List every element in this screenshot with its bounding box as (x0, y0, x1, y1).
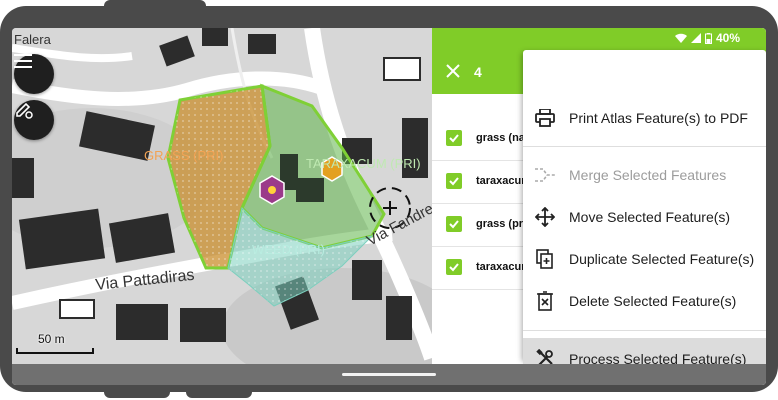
checkbox[interactable] (446, 130, 462, 146)
scale-label: 50 m (38, 332, 65, 346)
building (248, 34, 276, 54)
main-menu-button[interactable] (14, 54, 54, 94)
scale-bar-line (16, 348, 94, 354)
menu-item-print-atlas[interactable]: Print Atlas Feature(s) to PDF (523, 98, 766, 138)
status-bar: 40% (674, 31, 740, 45)
digitize-button[interactable] (14, 100, 54, 140)
menu-item-duplicate[interactable]: Duplicate Selected Feature(s) (523, 239, 766, 279)
navigation-bar (12, 364, 766, 385)
menu-item-label: Duplicate Selected Feature(s) (569, 251, 755, 267)
building (352, 260, 382, 300)
menu-item-merge[interactable]: Merge Selected Features (523, 155, 766, 195)
building (180, 308, 226, 342)
bee-icon-body (268, 186, 276, 194)
check-icon (449, 220, 459, 229)
menu-divider (523, 146, 766, 147)
hamburger-icon (14, 54, 32, 68)
menu-item-move[interactable]: Move Selected Feature(s) (523, 197, 766, 237)
close-selection-button[interactable] (446, 64, 460, 83)
menu-item-delete[interactable]: Delete Selected Feature(s) (523, 281, 766, 321)
checkbox[interactable] (446, 173, 462, 189)
battery-level: 40% (715, 31, 740, 45)
feature-label: taraxacur (476, 175, 526, 187)
menu-item-label: Move Selected Feature(s) (569, 209, 731, 225)
duplicate-icon (533, 247, 557, 271)
pencil-settings-icon (16, 102, 33, 119)
merge-icon (533, 163, 557, 187)
selection-context-menu: Print Atlas Feature(s) to PDF Merge Sele… (523, 50, 766, 380)
checkbox[interactable] (446, 259, 462, 275)
building (202, 28, 228, 46)
wifi-icon (674, 33, 687, 43)
gesture-handle[interactable] (342, 373, 436, 376)
menu-divider (523, 330, 766, 331)
building-hatched (59, 299, 95, 319)
scale-bar: 50 m (16, 328, 96, 354)
selected-count: 4 (474, 64, 482, 80)
check-icon (449, 177, 459, 186)
building (12, 158, 34, 198)
label-grass: GRASS (PRI) (144, 148, 223, 163)
label-taraxacum: TARAXACUM (PRI) (306, 156, 421, 171)
feature-label: taraxacur (476, 261, 526, 273)
screen: GRASS (PRI) TARAXACUM (PRI) WEED (PRI) V… (12, 28, 766, 385)
move-icon (533, 205, 557, 229)
menu-item-label: Print Atlas Feature(s) to PDF (569, 110, 748, 126)
building (116, 304, 168, 340)
check-icon (449, 134, 459, 143)
menu-item-label: Delete Selected Feature(s) (569, 293, 737, 309)
device-frame: GRASS (PRI) TARAXACUM (PRI) WEED (PRI) V… (0, 6, 778, 392)
printer-icon (533, 106, 557, 130)
feature-label: grass (pri (476, 218, 527, 230)
close-icon (446, 64, 460, 78)
signal-icon (690, 33, 701, 43)
building (386, 296, 412, 340)
label-weed: WEED (PRI) (252, 242, 325, 257)
map-canvas[interactable]: GRASS (PRI) TARAXACUM (PRI) WEED (PRI) V… (12, 28, 432, 385)
building (296, 178, 324, 202)
building-hatched (383, 57, 421, 81)
delete-icon (533, 289, 557, 313)
feature-label: grass (na (476, 132, 525, 144)
street-label: Falera (14, 32, 52, 47)
checkbox[interactable] (446, 216, 462, 232)
menu-item-label: Merge Selected Features (569, 167, 727, 183)
check-icon (449, 263, 459, 272)
battery-icon (704, 32, 712, 44)
